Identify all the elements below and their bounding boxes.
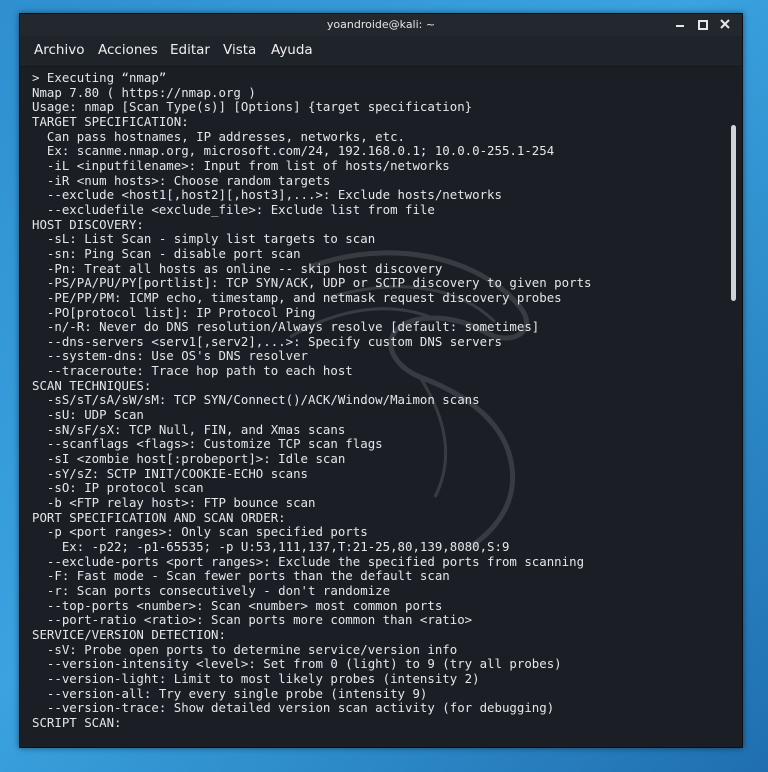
terminal-line: -sY/sZ: SCTP INIT/COOKIE-ECHO scans: [46, 465, 309, 481]
menu-archivo[interactable]: Archivo: [34, 42, 84, 58]
terminal-line: --system-dns: Use OS's DNS resolver: [46, 348, 309, 364]
terminal-line: -sI <zombie host[:probeport]>: Idle scan: [46, 451, 346, 467]
terminal-output: > Executing “nmap” Nmap 7.80 ( https://n…: [32, 70, 592, 731]
terminal-area[interactable]: > Executing “nmap” Nmap 7.80 ( https://n…: [20, 67, 742, 747]
close-icon[interactable]: [718, 17, 732, 31]
terminal-line: TARGET SPECIFICATION:: [32, 113, 189, 129]
terminal-line: SCRIPT SCAN:: [32, 714, 122, 730]
terminal-line: -sS/sT/sA/sW/sM: TCP SYN/Connect()/ACK/W…: [46, 392, 480, 408]
terminal-line: --exclude-ports <port ranges>: Exclude t…: [46, 553, 585, 569]
terminal-line: --version-all: Try every single probe (i…: [46, 685, 428, 701]
minimize-icon[interactable]: [673, 17, 687, 31]
terminal-line: Usage: nmap [Scan Type(s)] [Options] {ta…: [32, 99, 473, 115]
terminal-line: --exclude <host1[,host2][,host3],...>: E…: [46, 187, 502, 203]
terminal-line: > Executing “nmap”: [32, 70, 167, 85]
terminal-line: --traceroute: Trace hop path to each hos…: [46, 363, 353, 379]
terminal-line: -sN/sF/sX: TCP Null, FIN, and Xmas scans: [46, 421, 346, 437]
terminal-line: -iL <inputfilename>: Input from list of …: [46, 157, 450, 173]
terminal-line: SERVICE/VERSION DETECTION:: [32, 626, 226, 642]
terminal-line: SCAN TECHNIQUES:: [32, 377, 152, 393]
menu-vista[interactable]: Vista: [223, 42, 256, 58]
menu-ayuda[interactable]: Ayuda: [271, 42, 313, 58]
terminal-line: -PO[protocol list]: IP Protocol Ping: [46, 304, 316, 320]
terminal-line: -b <FTP relay host>: FTP bounce scan: [46, 495, 316, 511]
terminal-line: --port-ratio <ratio>: Scan ports more co…: [46, 612, 473, 628]
terminal-line: -Pn: Treat all hosts as online -- skip h…: [46, 260, 443, 276]
scrollbar-thumb[interactable]: [731, 125, 736, 301]
terminal-line: -iR <num hosts>: Choose random targets: [46, 172, 331, 188]
terminal-line: -sn: Ping Scan - disable port scan: [46, 245, 301, 261]
terminal-window: yoandroide@kali: ~ Archivo Acciones Edit…: [19, 13, 743, 748]
menu-editar[interactable]: Editar: [170, 42, 210, 58]
title-bar[interactable]: yoandroide@kali: ~: [20, 14, 742, 36]
terminal-line: -sL: List Scan - simply list targets to …: [46, 231, 376, 247]
terminal-line: --version-intensity <level>: Set from 0 …: [46, 656, 562, 672]
menu-acciones[interactable]: Acciones: [98, 42, 158, 58]
terminal-line: -PS/PA/PU/PY[portlist]: TCP SYN/ACK, UDP…: [46, 275, 592, 291]
terminal-line: --top-ports <number>: Scan <number> most…: [46, 597, 443, 613]
terminal-line: -F: Fast mode - Scan fewer ports than th…: [46, 568, 450, 584]
terminal-line: --version-trace: Show detailed version s…: [46, 700, 555, 716]
terminal-line: -sV: Probe open ports to determine servi…: [46, 641, 458, 657]
terminal-line: PORT SPECIFICATION AND SCAN ORDER:: [32, 509, 286, 525]
maximize-icon[interactable]: [695, 17, 709, 31]
terminal-line: -r: Scan ports consecutively - don't ran…: [46, 582, 391, 598]
terminal-line: Ex: -p22; -p1-65535; -p U:53,111,137,T:2…: [61, 539, 510, 554]
terminal-line: --version-light: Limit to most likely pr…: [46, 670, 480, 686]
menu-bar: Archivo Acciones Editar Vista Ayuda: [20, 36, 742, 67]
terminal-line: -p <port ranges>: Only scan specified po…: [46, 524, 368, 540]
terminal-line: -sU: UDP Scan: [46, 407, 144, 423]
terminal-line: --dns-servers <serv1[,serv2],...>: Speci…: [46, 333, 502, 349]
window-title: yoandroide@kali: ~: [326, 18, 436, 31]
terminal-line: -PE/PP/PM: ICMP echo, timestamp, and net…: [46, 289, 562, 305]
terminal-line: HOST DISCOVERY:: [32, 216, 144, 232]
terminal-line: Can pass hostnames, IP addresses, networ…: [46, 128, 405, 144]
terminal-line: --scanflags <flags>: Customize TCP scan …: [46, 436, 383, 452]
terminal-line: Nmap 7.80 ( https://nmap.org ): [32, 84, 256, 100]
terminal-line: Ex: scanme.nmap.org, microsoft.com/24, 1…: [46, 143, 555, 159]
terminal-line: --excludefile <exclude_file>: Exclude li…: [46, 201, 435, 217]
terminal-line: -sO: IP protocol scan: [46, 480, 204, 496]
terminal-line: -n/-R: Never do DNS resolution/Always re…: [46, 319, 540, 335]
